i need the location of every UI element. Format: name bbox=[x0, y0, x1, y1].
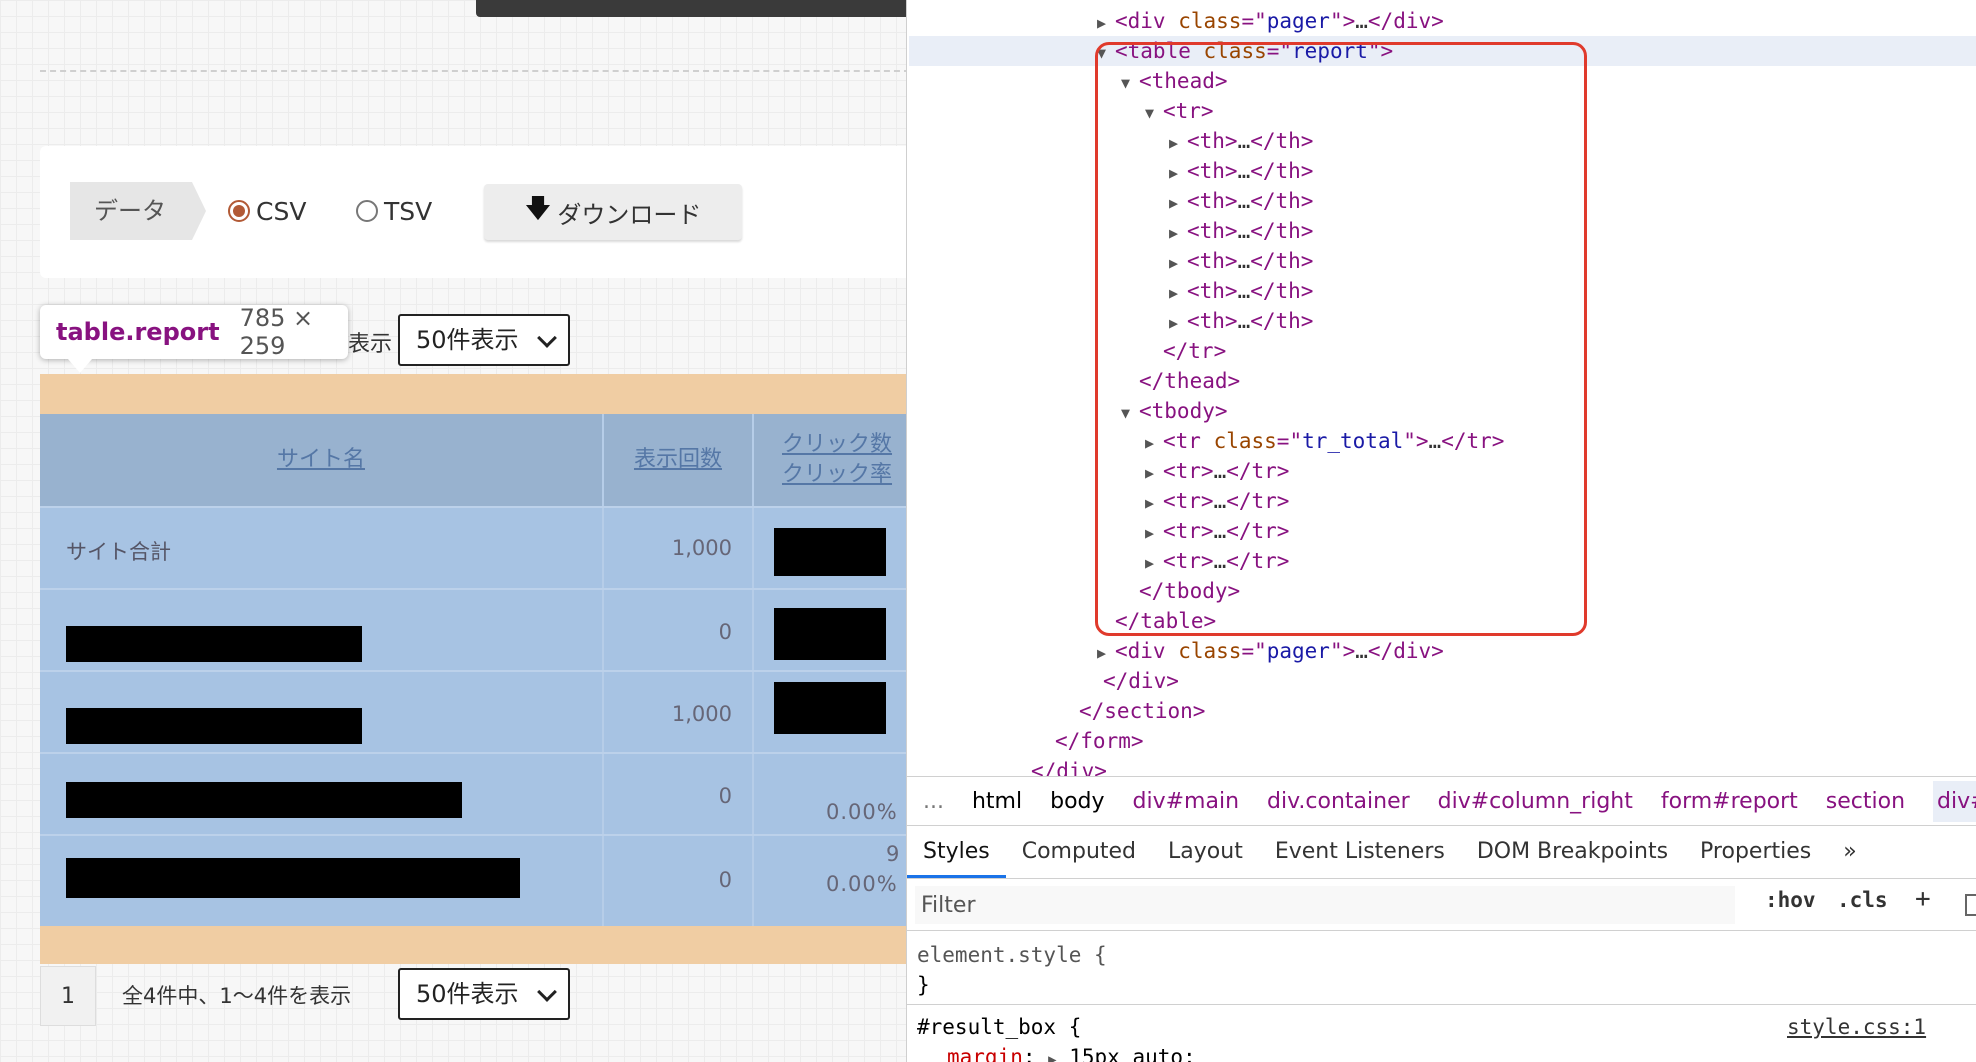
tab-event-listeners[interactable]: Event Listeners bbox=[1259, 826, 1461, 878]
tooltip-size: 785 × 259 bbox=[239, 304, 314, 360]
styles-filter-bar: :hov .cls + bbox=[907, 880, 1976, 931]
dom-node-section-close[interactable]: </section> bbox=[1079, 696, 1205, 726]
tab-dom-breakpoints[interactable]: DOM Breakpoints bbox=[1461, 826, 1684, 878]
breadcrumb-html[interactable]: html bbox=[972, 789, 1022, 814]
clicks-cell: 9 bbox=[886, 842, 901, 866]
pager-top-label: 表示 bbox=[348, 332, 393, 357]
radio-tsv[interactable]: TSV bbox=[356, 194, 432, 228]
table-row: 0 0.00% bbox=[40, 752, 906, 834]
ctr-cell: 0.00% bbox=[826, 800, 898, 824]
breadcrumb-div-column-right[interactable]: div#column_right bbox=[1438, 789, 1633, 814]
tab-computed[interactable]: Computed bbox=[1006, 826, 1152, 878]
impressions-cell: 0 bbox=[718, 620, 732, 644]
result-box-selector[interactable]: #result_box { bbox=[917, 1012, 1081, 1042]
dom-tree: ▶ <div class="pager">…</div> ▼ <table clas… bbox=[907, 0, 1976, 776]
redacted-block bbox=[66, 858, 520, 898]
table-highlight-band-bottom bbox=[40, 926, 906, 964]
table-highlight-band-top bbox=[40, 374, 906, 414]
table-row: サイト合計 1,000 bbox=[40, 506, 906, 588]
header-clicks-label[interactable]: クリック数 bbox=[782, 430, 892, 460]
radio-csv-label: CSV bbox=[256, 196, 307, 226]
tab-overflow-chevron-icon[interactable]: » bbox=[1827, 826, 1872, 878]
breadcrumb-form-report[interactable]: form#report bbox=[1661, 789, 1798, 814]
per-page-select-top[interactable]: 50件表示 bbox=[398, 314, 570, 366]
stylesheet-link[interactable]: style.css:1 bbox=[1787, 1012, 1926, 1042]
styles-filter-input[interactable] bbox=[915, 886, 1735, 924]
header-ctr-label[interactable]: クリック率 bbox=[782, 460, 892, 490]
impressions-cell: 0 bbox=[718, 868, 732, 892]
site-name-cell: サイト合計 bbox=[66, 540, 171, 564]
impressions-cell: 0 bbox=[718, 784, 732, 808]
new-style-rule-plus-icon[interactable]: + bbox=[1915, 884, 1931, 914]
dom-node-pager[interactable]: ▶ <div class="pager">…</div> bbox=[1097, 636, 1444, 666]
header-impressions[interactable]: 表示回数 bbox=[604, 414, 752, 506]
page-number-1[interactable]: 1 bbox=[40, 966, 96, 1026]
header-clicks[interactable]: クリック数 クリック率 bbox=[754, 414, 906, 506]
redacted-block bbox=[66, 782, 462, 818]
redacted-block bbox=[66, 626, 362, 662]
header-site-name[interactable]: サイト名 bbox=[40, 414, 602, 506]
element-inspector-tooltip: table.report 785 × 259 bbox=[40, 304, 348, 373]
margin-declaration[interactable]: margin: ▶ 15px auto; bbox=[947, 1042, 1196, 1062]
margin-property[interactable]: margin bbox=[947, 1045, 1023, 1062]
per-page-select-bottom[interactable]: 50件表示 bbox=[398, 968, 570, 1020]
devtools-panel: ▶ <div class="pager">…</div> ▼ <table clas… bbox=[906, 0, 1976, 1062]
tab-properties[interactable]: Properties bbox=[1684, 826, 1827, 878]
rule-divider bbox=[907, 1004, 1976, 1005]
dom-node-div-close[interactable]: </div> bbox=[1103, 666, 1179, 696]
table-row: 1,000 bbox=[40, 670, 906, 752]
radio-csv[interactable]: CSV bbox=[228, 194, 306, 228]
redacted-block bbox=[774, 528, 886, 576]
breadcrumb: ... html body div#main div.container div… bbox=[907, 776, 1976, 826]
expand-triangle-icon[interactable]: ▶ bbox=[1097, 638, 1115, 668]
red-highlight-annotation bbox=[1095, 42, 1587, 636]
download-panel: データ CSV TSV 🡇 ダウンロード bbox=[40, 146, 906, 278]
page-viewport: データ CSV TSV 🡇 ダウンロード table.report 785 × … bbox=[0, 0, 906, 1062]
radio-tsv-dot[interactable] bbox=[356, 200, 378, 222]
hov-toggle[interactable]: :hov bbox=[1765, 888, 1816, 912]
element-style-rule[interactable]: element.style { bbox=[917, 940, 1107, 970]
breadcrumb-div-container[interactable]: div.container bbox=[1267, 789, 1410, 814]
top-dark-bar bbox=[476, 0, 906, 17]
devtools-tabs: Styles Computed Layout Event Listeners D… bbox=[907, 826, 1976, 879]
redacted-block bbox=[774, 608, 886, 660]
element-style-close: } bbox=[917, 973, 930, 997]
breadcrumb-ellipsis[interactable]: ... bbox=[923, 789, 944, 814]
margin-value[interactable]: 15px auto; bbox=[1069, 1045, 1195, 1062]
ctr-cell: 0.00% bbox=[826, 872, 898, 896]
tooltip-selector: table.report bbox=[56, 318, 220, 346]
download-arrow-icon: 🡇 bbox=[524, 194, 552, 224]
styles-pane: element.style { } #result_box { style.cs… bbox=[907, 932, 1976, 1062]
radio-csv-dot[interactable] bbox=[228, 200, 250, 222]
cls-toggle[interactable]: .cls bbox=[1837, 888, 1888, 912]
breadcrumb-body[interactable]: body bbox=[1050, 789, 1104, 814]
dashed-divider bbox=[40, 70, 906, 72]
breadcrumb-div-re[interactable]: div#re bbox=[1933, 780, 1976, 822]
download-button-label: ダウンロード bbox=[557, 200, 702, 229]
expand-shorthand-triangle-icon[interactable]: ▶ bbox=[1048, 1052, 1056, 1062]
dom-node-div-close[interactable]: </div> bbox=[1031, 756, 1107, 776]
tab-styles[interactable]: Styles bbox=[907, 826, 1006, 878]
table-row: 0 9 0.00% bbox=[40, 834, 906, 926]
breadcrumb-section[interactable]: section bbox=[1826, 789, 1905, 814]
dom-node-form-close[interactable]: </form> bbox=[1055, 726, 1144, 756]
radio-tsv-label: TSV bbox=[384, 196, 433, 226]
redacted-block bbox=[66, 708, 362, 744]
impressions-cell: 1,000 bbox=[671, 536, 732, 560]
expand-triangle-icon[interactable]: ▶ bbox=[1097, 8, 1115, 38]
table-row: 0 bbox=[40, 588, 906, 670]
computed-sidebar-toggle-icon[interactable] bbox=[1965, 894, 1976, 916]
tab-layout[interactable]: Layout bbox=[1152, 826, 1259, 878]
report-table: サイト名 表示回数 クリック数 クリック率 サイト合計 1,000 0 1,00… bbox=[40, 414, 906, 926]
impressions-cell: 1,000 bbox=[671, 702, 732, 726]
breadcrumb-div-main[interactable]: div#main bbox=[1133, 789, 1240, 814]
data-label: データ bbox=[70, 182, 206, 240]
pager-summary: 全4件中、1〜4件を表示 bbox=[122, 984, 352, 1008]
redacted-block bbox=[774, 682, 886, 734]
dom-node-pager[interactable]: ▶ <div class="pager">…</div> bbox=[1097, 6, 1444, 36]
download-button[interactable]: 🡇 ダウンロード bbox=[484, 184, 742, 240]
